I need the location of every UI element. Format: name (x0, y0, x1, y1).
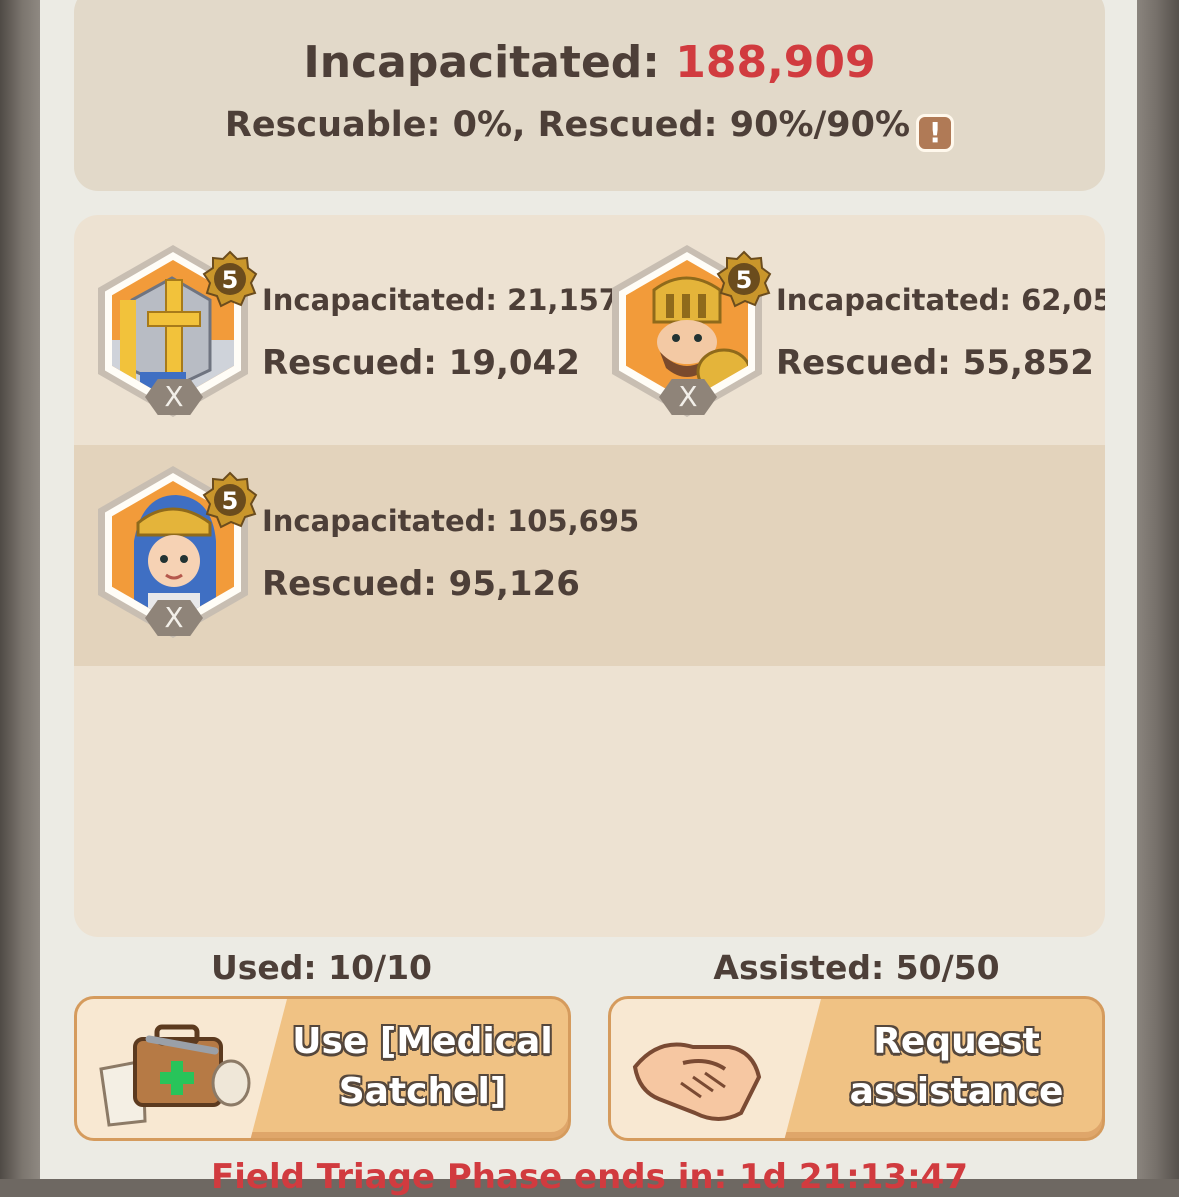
handshake-icon (632, 1042, 762, 1121)
incapacitated-label: Incapacitated: (303, 37, 660, 88)
unit-incapacitated: Incapacitated: 21,157 (262, 283, 619, 317)
level-badge-icon: 5 (716, 250, 772, 308)
use-medical-satchel-button[interactable]: Use [Medical Satchel] (74, 996, 571, 1141)
unit-rescued: Rescued: 55,852 (776, 343, 1094, 383)
medical-satchel-icon (99, 1024, 251, 1127)
incapacitated-total-value: 188,909 (675, 37, 876, 88)
used-counter: Used: 10/10 (210, 948, 433, 987)
phase-countdown: Field Triage Phase ends in: 1d 21:13:47 (211, 1157, 968, 1197)
rescue-rates-text: Rescuable: 0%, Rescued: 90%/90% (224, 105, 911, 145)
info-icon[interactable]: ! (916, 114, 955, 152)
request-assistance-label: Request assistance (849, 1021, 1064, 1112)
level-badge-icon: 5 (202, 250, 258, 308)
request-assistance-button[interactable]: Request assistance (608, 996, 1105, 1141)
rescue-rates: Rescuable: 0%, Rescued: 90%/90%! (74, 104, 1105, 152)
assisted-counter: Assisted: 50/50 (713, 948, 1000, 987)
level-text: 5 (736, 266, 753, 294)
left-frame (0, 0, 40, 1179)
level-badge-icon: 5 (202, 471, 258, 529)
right-frame (1137, 0, 1179, 1179)
level-text: 5 (222, 266, 239, 294)
use-medical-satchel-label: Use [Medical Satchel] (292, 1021, 553, 1112)
total-incapacitated: Incapacitated: 188,909 (74, 37, 1105, 89)
unit-incapacitated: Incapacitated: 105,695 (262, 504, 640, 538)
incapacitated-summary: Incapacitated: 188,909 Rescuable: 0%, Re… (74, 0, 1105, 191)
level-text: 5 (222, 487, 239, 515)
unit-rescued: Rescued: 19,042 (262, 343, 580, 383)
unit-list: X 5 Incapacitated: 21,157 Rescued: 19,04… (74, 215, 1105, 937)
unit-incapacitated: Incapacitated: 62,057 (776, 283, 1105, 317)
unit-rescued: Rescued: 95,126 (262, 564, 580, 604)
